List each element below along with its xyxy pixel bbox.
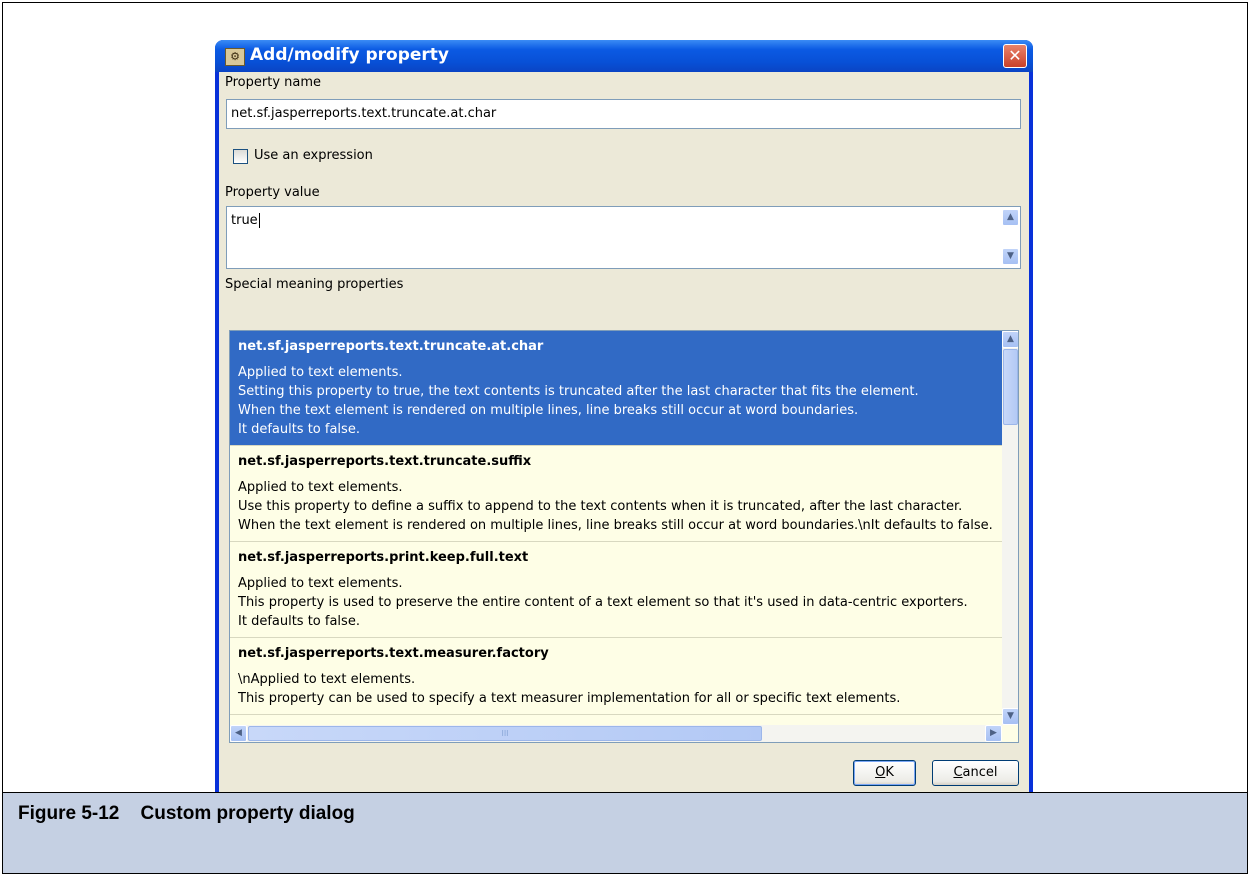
close-icon: ✕ (1008, 46, 1022, 65)
cancel-button[interactable]: Cancel (932, 760, 1019, 786)
use-expression-checkbox[interactable] (233, 149, 248, 164)
list-vertical-thumb[interactable] (1003, 349, 1018, 425)
property-name-input[interactable]: net.sf.jasperreports.text.truncate.at.ch… (226, 99, 1021, 129)
list-item-description-line: Setting this property to true, the text … (238, 384, 919, 399)
figure-caption: Figure 5-12 Custom property dialog (18, 803, 355, 825)
dialog-title: Add/modify property (250, 45, 450, 65)
list-item-title: net.sf.jasperreports.text.truncate.suffi… (238, 454, 532, 469)
property-value-label: Property value (225, 185, 320, 200)
app-icon: ⚙ (225, 48, 245, 66)
cancel-mnemonic: C (953, 765, 963, 780)
add-modify-property-dialog: ⚙ Add/modify property ✕ Property name ne… (215, 40, 1033, 804)
list-item-description-line: Use this property to define a suffix to … (238, 499, 963, 514)
list-item-description-line: \nApplied to text elements. (238, 672, 416, 687)
chevron-down-icon: ▼ (1007, 711, 1014, 721)
ok-mnemonic: O (875, 765, 886, 780)
use-expression-label[interactable]: Use an expression (254, 148, 373, 163)
list-item-description-line: When the text element is rendered on mul… (238, 518, 993, 533)
special-properties-label: Special meaning properties (225, 277, 404, 292)
ok-button[interactable]: OK (853, 760, 916, 786)
close-button[interactable]: ✕ (1003, 44, 1027, 68)
list-item-description-line: Applied to text elements. (238, 576, 403, 591)
list-item-title: net.sf.jasperreports.text.measurer.facto… (238, 646, 549, 661)
figure-title: Custom property dialog (140, 803, 355, 824)
property-value-text: true (231, 213, 258, 228)
text-caret: ​ (258, 213, 260, 228)
value-scroll-down-button[interactable]: ▼ (1002, 248, 1019, 265)
list-item-title: net.sf.jasperreports.print.keep.full.tex… (238, 550, 529, 565)
list-scroll-left-button[interactable]: ◀ (230, 725, 247, 742)
chevron-up-icon: ▲ (1007, 212, 1014, 222)
list-item-description-line: Applied to text elements. (238, 480, 403, 495)
list-item-description-line: Applied to text elements. (238, 365, 403, 380)
special-properties-list[interactable]: net.sf.jasperreports.text.truncate.at.ch… (229, 330, 1019, 743)
list-item[interactable]: net.sf.jasperreports.print.keep.full.tex… (230, 542, 1002, 638)
list-scroll-up-button[interactable]: ▲ (1002, 331, 1018, 348)
grip-icon: III (501, 729, 509, 738)
list-scroll-right-button[interactable]: ▶ (985, 725, 1002, 742)
list-item-description-line: This property can be used to specify a t… (238, 691, 901, 706)
chevron-up-icon: ▲ (1007, 334, 1014, 344)
list-item-description-line: This property is used to preserve the en… (238, 595, 968, 610)
ok-label: K (885, 765, 894, 780)
cancel-label: ancel (962, 765, 998, 780)
value-scroll-up-button[interactable]: ▲ (1002, 209, 1019, 226)
list-item-description-line: When the text element is rendered on mul… (238, 403, 859, 418)
property-value-textarea[interactable]: true​ ▲ ▼ (226, 206, 1021, 269)
list-item[interactable]: net.sf.jasperreports.text.truncate.at.ch… (230, 331, 1002, 446)
list-horizontal-thumb[interactable]: III (248, 726, 762, 741)
chevron-left-icon: ◀ (235, 728, 242, 738)
dialog-body: Property name net.sf.jasperreports.text.… (219, 72, 1029, 800)
list-item-title: net.sf.jasperreports.text.truncate.at.ch… (238, 339, 544, 354)
property-name-label: Property name (225, 75, 322, 90)
list-item-description-line: It defaults to false. (238, 422, 360, 437)
title-bar[interactable]: ⚙ Add/modify property ✕ (215, 40, 1033, 72)
figure-label: Figure 5-12 (18, 803, 120, 824)
chevron-down-icon: ▼ (1007, 251, 1014, 261)
special-properties-items: net.sf.jasperreports.text.truncate.at.ch… (230, 331, 1002, 725)
list-item[interactable]: net.sf.jasperreports.text.measurer.facto… (230, 638, 1002, 715)
list-scroll-down-button[interactable]: ▼ (1002, 708, 1018, 725)
list-item[interactable]: net.sf.jasperreports.text.truncate.suffi… (230, 446, 1002, 542)
list-item-description-line: It defaults to false. (238, 614, 360, 629)
chevron-right-icon: ▶ (990, 728, 997, 738)
